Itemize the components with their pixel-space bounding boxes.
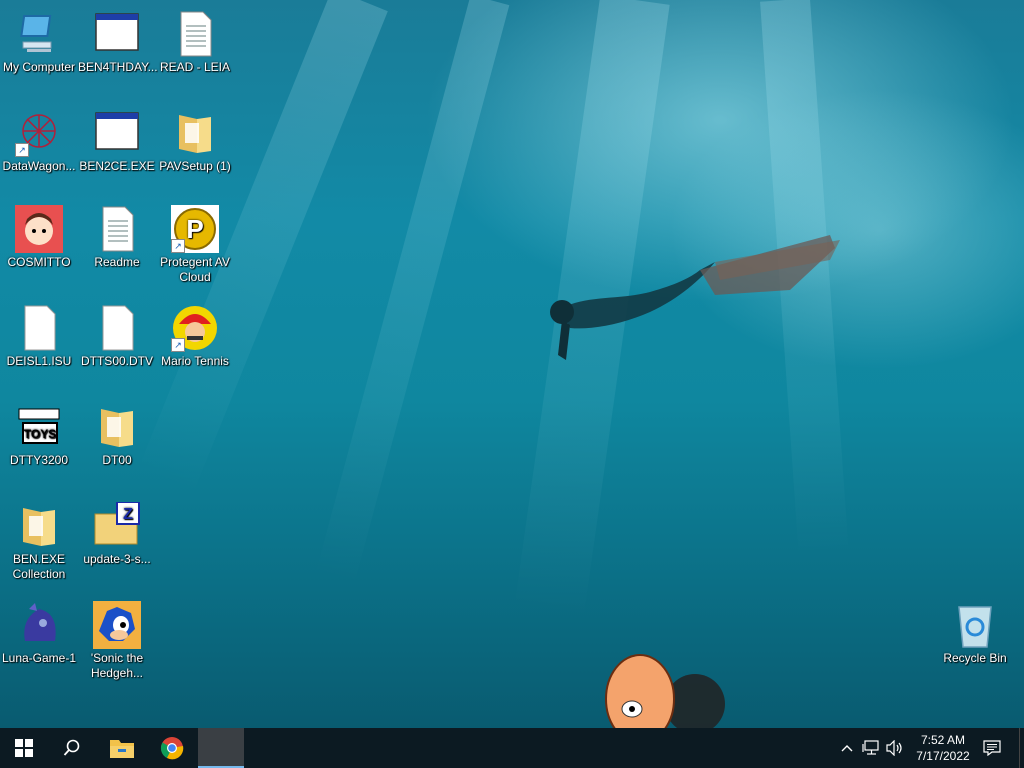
computer-icon [15,10,63,58]
desktop-icon-dt00[interactable]: DT00 [78,403,156,468]
notification-icon [983,740,1001,756]
desktop-icon-label: COSMITTO [7,255,71,269]
svg-text:TOYS: TOYS [24,427,56,441]
desktop-icon-label: Protegent AV Cloud [160,255,230,284]
desktop-icon-protegent[interactable]: P ↗ Protegent AV Cloud [156,205,234,285]
chevron-up-icon [841,745,853,752]
desktop-icon-label: DTTS00.DTV [80,354,153,368]
zip-folder-icon: Z [93,501,141,550]
action-center-button[interactable] [978,728,1006,768]
clock-time: 7:52 AM [920,733,966,747]
protegent-icon: P ↗ [171,205,219,253]
desktop-icon-label: 'Sonic the Hedgeh... [90,651,144,680]
clock-button[interactable]: 7:52 AM 7/17/2022 [908,732,978,764]
desktop-toys-icon: TOYS [15,403,63,451]
taskbar-chrome[interactable] [148,728,196,768]
blank-file-icon [15,304,63,352]
volume-button[interactable] [884,728,906,768]
sonic-icon [93,601,141,649]
show-hidden-icons-button[interactable] [836,728,858,768]
desktop-icon-luna-game[interactable]: Luna-Game-1 [0,601,78,666]
chrome-icon [160,737,184,760]
desktop-icon-label: PAVSetup (1) [159,159,231,173]
svg-text:Z: Z [123,506,133,523]
show-desktop-button[interactable] [1019,728,1024,768]
desktop-icon-label: BEN4THDAY... [78,60,158,74]
desktop-icon-my-computer[interactable]: My Computer [0,10,78,75]
desktop-icon-dtts00[interactable]: DTTS00.DTV [78,304,156,369]
desktop-icon-dtty3200[interactable]: TOYS DTTY3200 [0,403,78,468]
desktop-icon-label: Mario Tennis [161,354,229,368]
desktop-icon-label: Recycle Bin [943,651,1007,665]
luna-icon [15,601,63,649]
recycle-bin-icon [951,601,999,649]
desktop-icon-ben4thday[interactable]: BEN4THDAY... [78,10,158,75]
desktop-icon-sonic[interactable]: 'Sonic the Hedgeh... [78,601,156,681]
shortcut-arrow-icon: ↗ [171,338,185,352]
datawagon-icon: ↗ [15,109,63,157]
network-icon [862,740,879,755]
desktop-icon-label: Luna-Game-1 [1,651,77,665]
desktop-icon-label: update-3-s... [83,552,151,566]
desktop-icon-label: DT00 [102,453,132,467]
desktop-icon-update-zip[interactable]: Z update-3-s... [78,501,156,567]
taskbar: 7:52 AM 7/17/2022 [0,728,1024,768]
desktop-icon-label: DataWagon... [2,159,76,173]
folder-icon [93,403,141,451]
desktop-icon-cosmitto[interactable]: COSMITTO [0,205,78,270]
desktop-icon-ben-exe-collection[interactable]: BEN.EXE Collection [0,502,78,582]
text-document-icon [93,205,141,253]
desktop-icon-read-leia[interactable]: READ - LEIA [156,10,234,75]
desktop-icon-label: Readme [94,255,140,269]
shortcut-arrow-icon: ↗ [171,239,185,253]
program-window-icon [93,10,141,58]
desktop-icon-mario-tennis[interactable]: ↗ Mario Tennis [156,304,234,369]
search-icon [63,739,80,756]
program-window-icon [93,109,141,157]
desktop: My Computer BEN4THDAY... READ - LEIA ↗ D… [0,0,1024,728]
taskbar-file-explorer[interactable] [98,728,146,768]
desktop-icon-recycle-bin[interactable]: Recycle Bin [936,601,1014,666]
search-button[interactable] [48,728,96,768]
cartoon-head-illustration [605,654,725,728]
folder-icon [15,502,63,550]
desktop-icon-label: BEN2CE.EXE [79,159,155,173]
desktop-icon-label: READ - LEIA [159,60,231,74]
mario-tennis-icon: ↗ [171,304,219,352]
desktop-icon-pavsetup[interactable]: PAVSetup (1) [156,109,234,174]
desktop-icon-label: DEISL1.ISU [6,354,72,368]
cosmitto-avatar-icon [15,205,63,253]
taskbar-active-window[interactable] [198,728,244,768]
desktop-icon-label: My Computer [2,60,76,74]
desktop-icon-readme[interactable]: Readme [78,205,156,270]
clock-date: 7/17/2022 [916,749,970,763]
text-document-icon [171,10,219,58]
desktop-icon-datawagon[interactable]: ↗ DataWagon... [0,109,78,174]
svg-text:P: P [186,214,203,244]
desktop-icon-ben2ce[interactable]: BEN2CE.EXE [78,109,156,174]
start-button[interactable] [0,728,48,768]
windows-start-icon [15,739,33,757]
folder-icon [171,109,219,157]
file-explorer-icon [110,740,134,758]
shortcut-arrow-icon: ↗ [15,143,29,157]
desktop-icon-deisl1[interactable]: DEISL1.ISU [0,304,78,369]
desktop-icon-label: BEN.EXE Collection [12,552,66,581]
desktop-icon-label: DTTY3200 [9,453,69,467]
network-button[interactable] [860,728,882,768]
volume-icon [886,740,902,756]
diver-illustration [550,235,840,360]
blank-file-icon [93,304,141,352]
